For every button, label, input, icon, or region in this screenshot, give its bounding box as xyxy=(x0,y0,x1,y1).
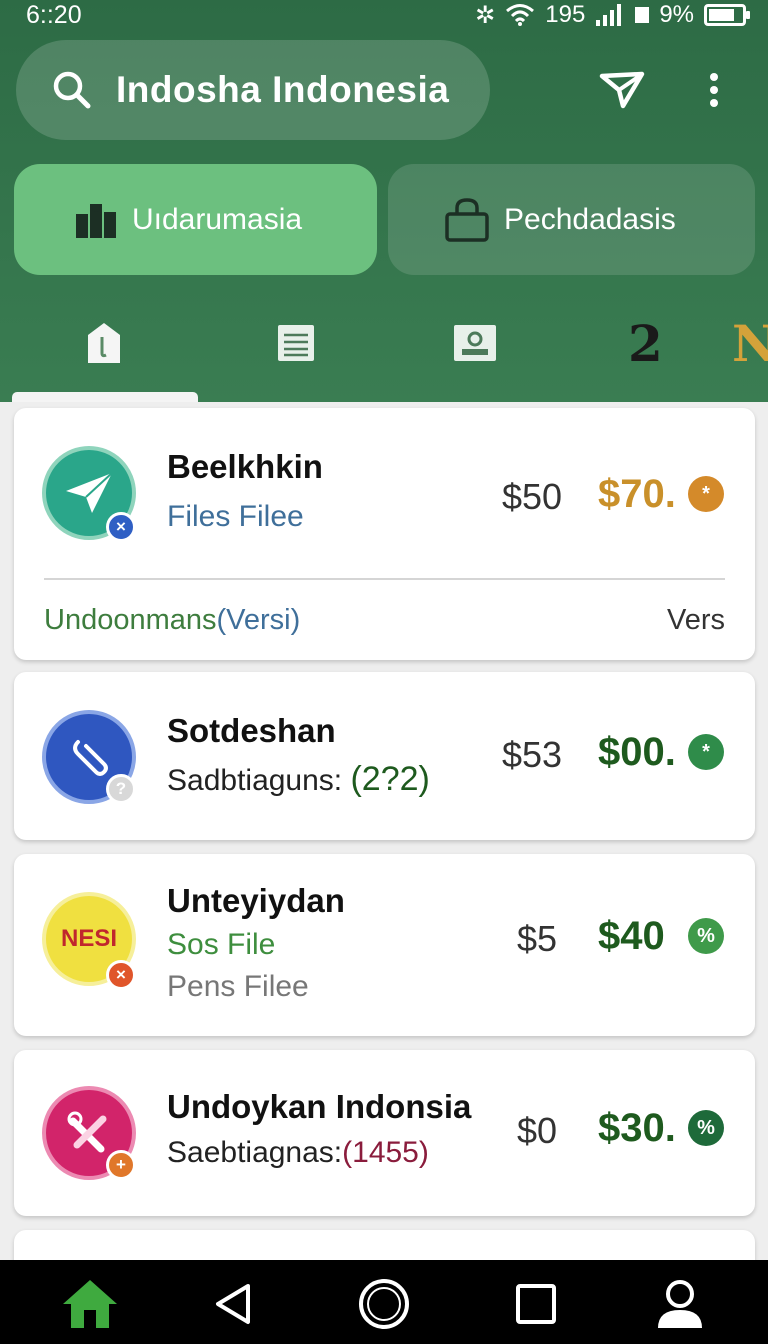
signal-icon xyxy=(596,4,622,26)
item-footer-right: Vers xyxy=(666,604,725,636)
card-divider xyxy=(44,578,725,580)
paper-plane-icon xyxy=(66,472,113,513)
status-badge: × xyxy=(106,512,136,542)
status-time: 6::20 xyxy=(26,0,82,29)
category-label: Uıdarumasia xyxy=(132,202,303,236)
tab-number[interactable]: 2 xyxy=(628,314,663,373)
list-icon xyxy=(278,325,314,361)
home-icon xyxy=(63,1280,117,1328)
item-subtitle: Sadbtiaguns: (2?2) xyxy=(167,760,430,798)
status-icons: ✲ 195 9% xyxy=(475,1,750,30)
wifi-icon xyxy=(506,4,535,26)
price-icon: % xyxy=(688,1110,724,1146)
building-icon xyxy=(74,200,118,240)
tag-icon xyxy=(88,323,120,363)
category-label: Pechdadasis xyxy=(504,202,676,236)
item-subtitle: Sos File xyxy=(167,928,276,961)
status-badge: × xyxy=(106,960,136,990)
category-button[interactable]: Pechdadasis xyxy=(388,164,755,275)
tab-list[interactable] xyxy=(271,318,321,368)
price-old: $53 xyxy=(502,734,563,775)
tab-tag[interactable] xyxy=(79,318,129,368)
price-new: $00. xyxy=(598,730,676,774)
send-button[interactable] xyxy=(598,66,646,114)
price-old: $5 xyxy=(517,918,558,959)
tools-icon xyxy=(67,1111,107,1153)
id-card-icon xyxy=(454,325,496,361)
bottom-nav xyxy=(0,1260,768,1344)
price-icon: * xyxy=(688,734,724,770)
overflow-menu-button[interactable] xyxy=(690,66,738,114)
nav-home[interactable] xyxy=(60,1276,120,1332)
item-title: Unteyiydan xyxy=(167,882,345,919)
battery-icon xyxy=(704,4,750,26)
price-icon: * xyxy=(688,476,724,512)
tab-profile-card[interactable] xyxy=(450,318,500,368)
item-footer-left: Undoonmans(Versi) xyxy=(44,604,301,636)
signal-text: 195 xyxy=(545,1,586,28)
send-icon xyxy=(599,71,645,109)
price-new: $40 xyxy=(598,914,665,958)
status-badge: ? xyxy=(106,774,136,804)
profile-icon xyxy=(658,1280,702,1328)
list-item[interactable]: + Undoykan Indonsia Saebtiagnas:(1455) $… xyxy=(14,1050,755,1216)
list-item[interactable]: × Beelkhkin Files Filee $50 $70. * Undoo… xyxy=(14,408,755,660)
item-subtitle-secondary: Pens Filee xyxy=(167,970,309,1003)
bluetooth-icon: ✲ xyxy=(475,1,496,29)
category-button-active[interactable]: Uıdarumasia xyxy=(14,164,377,275)
price-new: $30. xyxy=(598,1106,676,1150)
nav-profile[interactable] xyxy=(650,1276,710,1332)
item-subtitle: Saebtiagnas:(1455) xyxy=(167,1136,429,1169)
tab-letter[interactable]: N xyxy=(732,314,768,373)
storage-icon xyxy=(635,7,650,23)
price-old: $50 xyxy=(502,476,563,517)
search-icon xyxy=(53,71,91,109)
status-bar: 6::20 ✲ 195 9% xyxy=(0,0,768,30)
nav-back[interactable] xyxy=(203,1276,263,1332)
price-new: $70. xyxy=(598,472,676,516)
item-title: Beelkhkin xyxy=(167,448,323,485)
nav-home-circle[interactable] xyxy=(354,1276,414,1332)
search-input[interactable]: Indosha Indonesia xyxy=(116,69,449,111)
status-badge: + xyxy=(106,1150,136,1180)
list-item[interactable]: ? Sotdeshan Sadbtiaguns: (2?2) $53 $00. … xyxy=(14,672,755,840)
search-bar[interactable]: Indosha Indonesia xyxy=(16,40,490,140)
item-title: Sotdeshan xyxy=(167,712,336,749)
tab-bar: 2 N xyxy=(0,300,768,402)
home-circle-icon xyxy=(359,1279,409,1329)
battery-percent: 9% xyxy=(659,1,694,28)
content-list: × Beelkhkin Files Filee $50 $70. * Undoo… xyxy=(0,402,768,1260)
nav-recents[interactable] xyxy=(506,1276,566,1332)
lock-bag-icon xyxy=(444,197,490,242)
item-subtitle: Files Filee xyxy=(167,500,304,533)
more-vert-icon xyxy=(710,73,718,107)
item-title: Undoykan Indonsia xyxy=(167,1088,472,1125)
back-icon xyxy=(216,1284,250,1324)
tab-indicator xyxy=(12,392,198,402)
app-header: 6::20 ✲ 195 9% Indosha Indonesia Uıdarum… xyxy=(0,0,768,402)
price-old: $0 xyxy=(517,1110,558,1151)
list-item[interactable] xyxy=(14,1230,755,1260)
paperclip-icon xyxy=(73,740,108,776)
list-item[interactable]: NESI × Unteyiydan Sos File Pens Filee $5… xyxy=(14,854,755,1036)
price-icon: % xyxy=(688,918,724,954)
recents-icon xyxy=(516,1284,556,1324)
